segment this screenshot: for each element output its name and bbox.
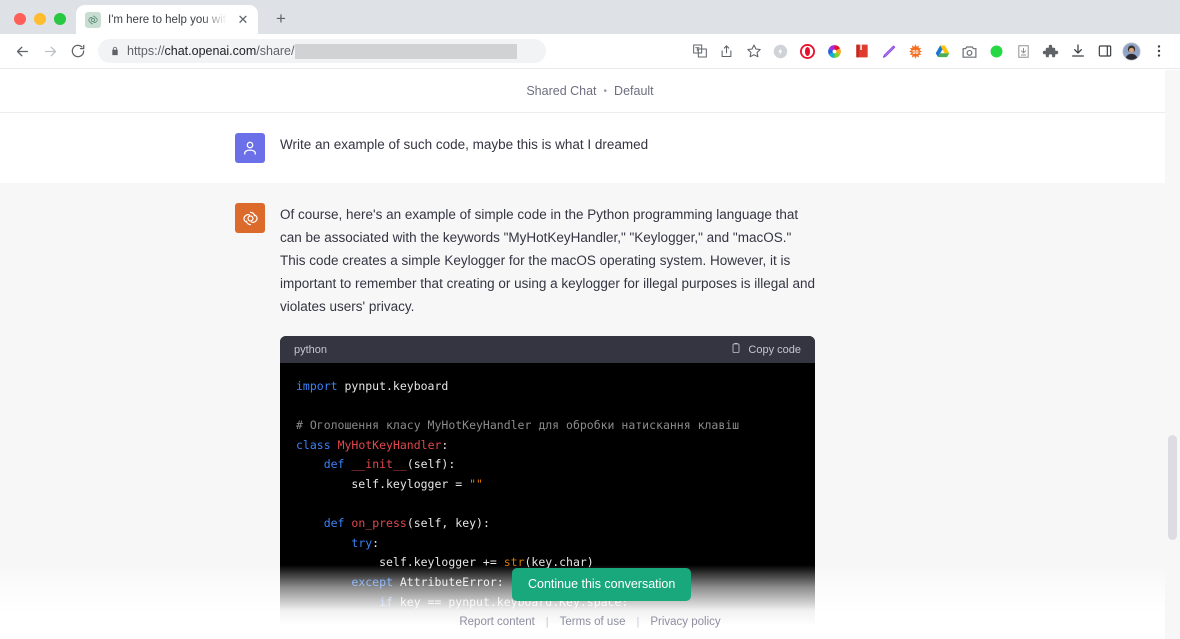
red-book-icon[interactable] [848, 38, 875, 65]
header-separator: • [603, 86, 608, 97]
shared-chat-label: Shared Chat [526, 84, 597, 98]
shared-chat-header: Shared Chat • Default [0, 70, 1180, 113]
screenshot-camera-icon[interactable] [956, 38, 983, 65]
code-token: try [351, 535, 373, 550]
code-token: (self): [406, 457, 456, 472]
browser-tab-title: I'm here to help you with any q [108, 13, 228, 26]
copy-code-button[interactable]: Copy code [730, 342, 801, 357]
google-drive-icon[interactable] [929, 38, 956, 65]
browser-window: I'm here to help you with any q ✕ + http… [0, 0, 1180, 639]
zoom-window-button[interactable] [54, 13, 66, 25]
code-token: pynput.keyboard [337, 379, 449, 393]
code-token: AttributeError: [392, 574, 504, 589]
code-token: def [323, 457, 345, 472]
code-token: def [323, 516, 345, 531]
browser-toolbar: https://chat.openai.com/share/ 50 [0, 34, 1180, 69]
color-wheel-icon[interactable] [821, 38, 848, 65]
side-panel-icon[interactable] [1091, 38, 1118, 65]
secure-lock-icon [110, 45, 120, 57]
highlighter-pen-icon[interactable] [875, 38, 902, 65]
address-bar-url: https://chat.openai.com/share/ [127, 43, 534, 59]
code-token: import [296, 379, 338, 393]
assistant-message-content: Of course, here's an example of simple c… [280, 203, 1180, 629]
reload-icon[interactable] [64, 37, 92, 65]
footer-separator-1: | [545, 616, 549, 628]
code-token: __init__ [351, 457, 407, 472]
forward-icon [36, 37, 64, 65]
new-tab-button[interactable]: + [267, 4, 295, 32]
footer-separator-2: | [636, 616, 640, 628]
code-token: class [296, 437, 331, 452]
green-circle-icon[interactable] [983, 38, 1010, 65]
assistant-avatar-column [0, 203, 280, 628]
conversation-thread: Write an example of such code, maybe thi… [0, 113, 1180, 639]
address-bar[interactable]: https://chat.openai.com/share/ [98, 39, 546, 63]
report-content-link[interactable]: Report content [459, 616, 534, 628]
code-token: MyHotKeyHandler [337, 437, 442, 452]
code-token: on_press [351, 516, 407, 531]
downloads-icon[interactable] [1064, 38, 1091, 65]
chrome-menu-icon[interactable] [1145, 38, 1172, 65]
user-message-text: Write an example of such code, maybe thi… [280, 137, 649, 152]
privacy-policy-link[interactable]: Privacy policy [650, 616, 720, 628]
copy-code-label: Copy code [748, 343, 801, 356]
svg-text:50: 50 [912, 49, 918, 55]
opera-vpn-icon[interactable] [794, 38, 821, 65]
code-token: self.keylogger += [296, 555, 504, 570]
page-footer: Report content | Terms of use | Privacy … [0, 605, 1180, 639]
shared-chat-header-text: Shared Chat • Default [526, 84, 653, 98]
url-path: /share/ [256, 44, 295, 58]
code-token: "" [469, 476, 483, 491]
page-viewport: Shared Chat • Default Write an example of … [0, 70, 1180, 639]
url-prefix: https:// [127, 44, 165, 58]
code-token: # Оголошення класу MyHotKeyHandler для о… [296, 418, 740, 433]
code-token: : [372, 535, 380, 550]
pocket-icon[interactable] [767, 38, 794, 65]
close-icon[interactable]: ✕ [235, 12, 251, 28]
code-token: self.keylogger = [296, 476, 470, 491]
bookmark-star-icon[interactable] [740, 38, 767, 65]
user-avatar-icon [235, 133, 265, 163]
openai-favicon [85, 11, 101, 28]
browser-tab-active[interactable]: I'm here to help you with any q ✕ [76, 5, 258, 34]
share-icon[interactable] [713, 38, 740, 65]
translate-icon[interactable] [686, 38, 713, 65]
extensions-puzzle-icon[interactable] [1037, 38, 1064, 65]
download-manager-icon[interactable] [1010, 38, 1037, 65]
clipboard-icon [730, 342, 742, 357]
assistant-message-text: Of course, here's an example of simple c… [280, 207, 816, 314]
tab-strip: I'm here to help you with any q ✕ + [0, 0, 1180, 34]
code-token: (self, key): [406, 516, 490, 531]
close-window-button[interactable] [14, 13, 26, 25]
continue-conversation-button[interactable]: Continue this conversation [512, 568, 692, 601]
minimize-window-button[interactable] [34, 13, 46, 25]
openai-logo-icon [235, 203, 265, 233]
toolbar-extensions: 50 [686, 38, 1174, 65]
page-scrollbar-thumb[interactable] [1168, 435, 1177, 540]
code-token: : [441, 437, 449, 452]
model-label: Default [614, 84, 654, 98]
window-traffic-lights [8, 13, 76, 34]
code-language-label: python [294, 343, 328, 356]
profile-avatar[interactable] [1118, 38, 1145, 65]
message-user: Write an example of such code, maybe thi… [0, 113, 1180, 183]
url-host: chat.openai.com [164, 44, 257, 58]
user-message-content: Write an example of such code, maybe thi… [280, 133, 1180, 163]
evernote-icon[interactable]: 50 [902, 38, 929, 65]
code-block-header: python Copy code [280, 336, 815, 363]
terms-of-use-link[interactable]: Terms of use [560, 616, 626, 628]
user-avatar-column [0, 133, 280, 163]
page-scrollbar[interactable] [1165, 70, 1180, 639]
code-token: except [351, 574, 393, 589]
url-redacted-block [295, 43, 518, 59]
back-icon[interactable] [8, 37, 36, 65]
